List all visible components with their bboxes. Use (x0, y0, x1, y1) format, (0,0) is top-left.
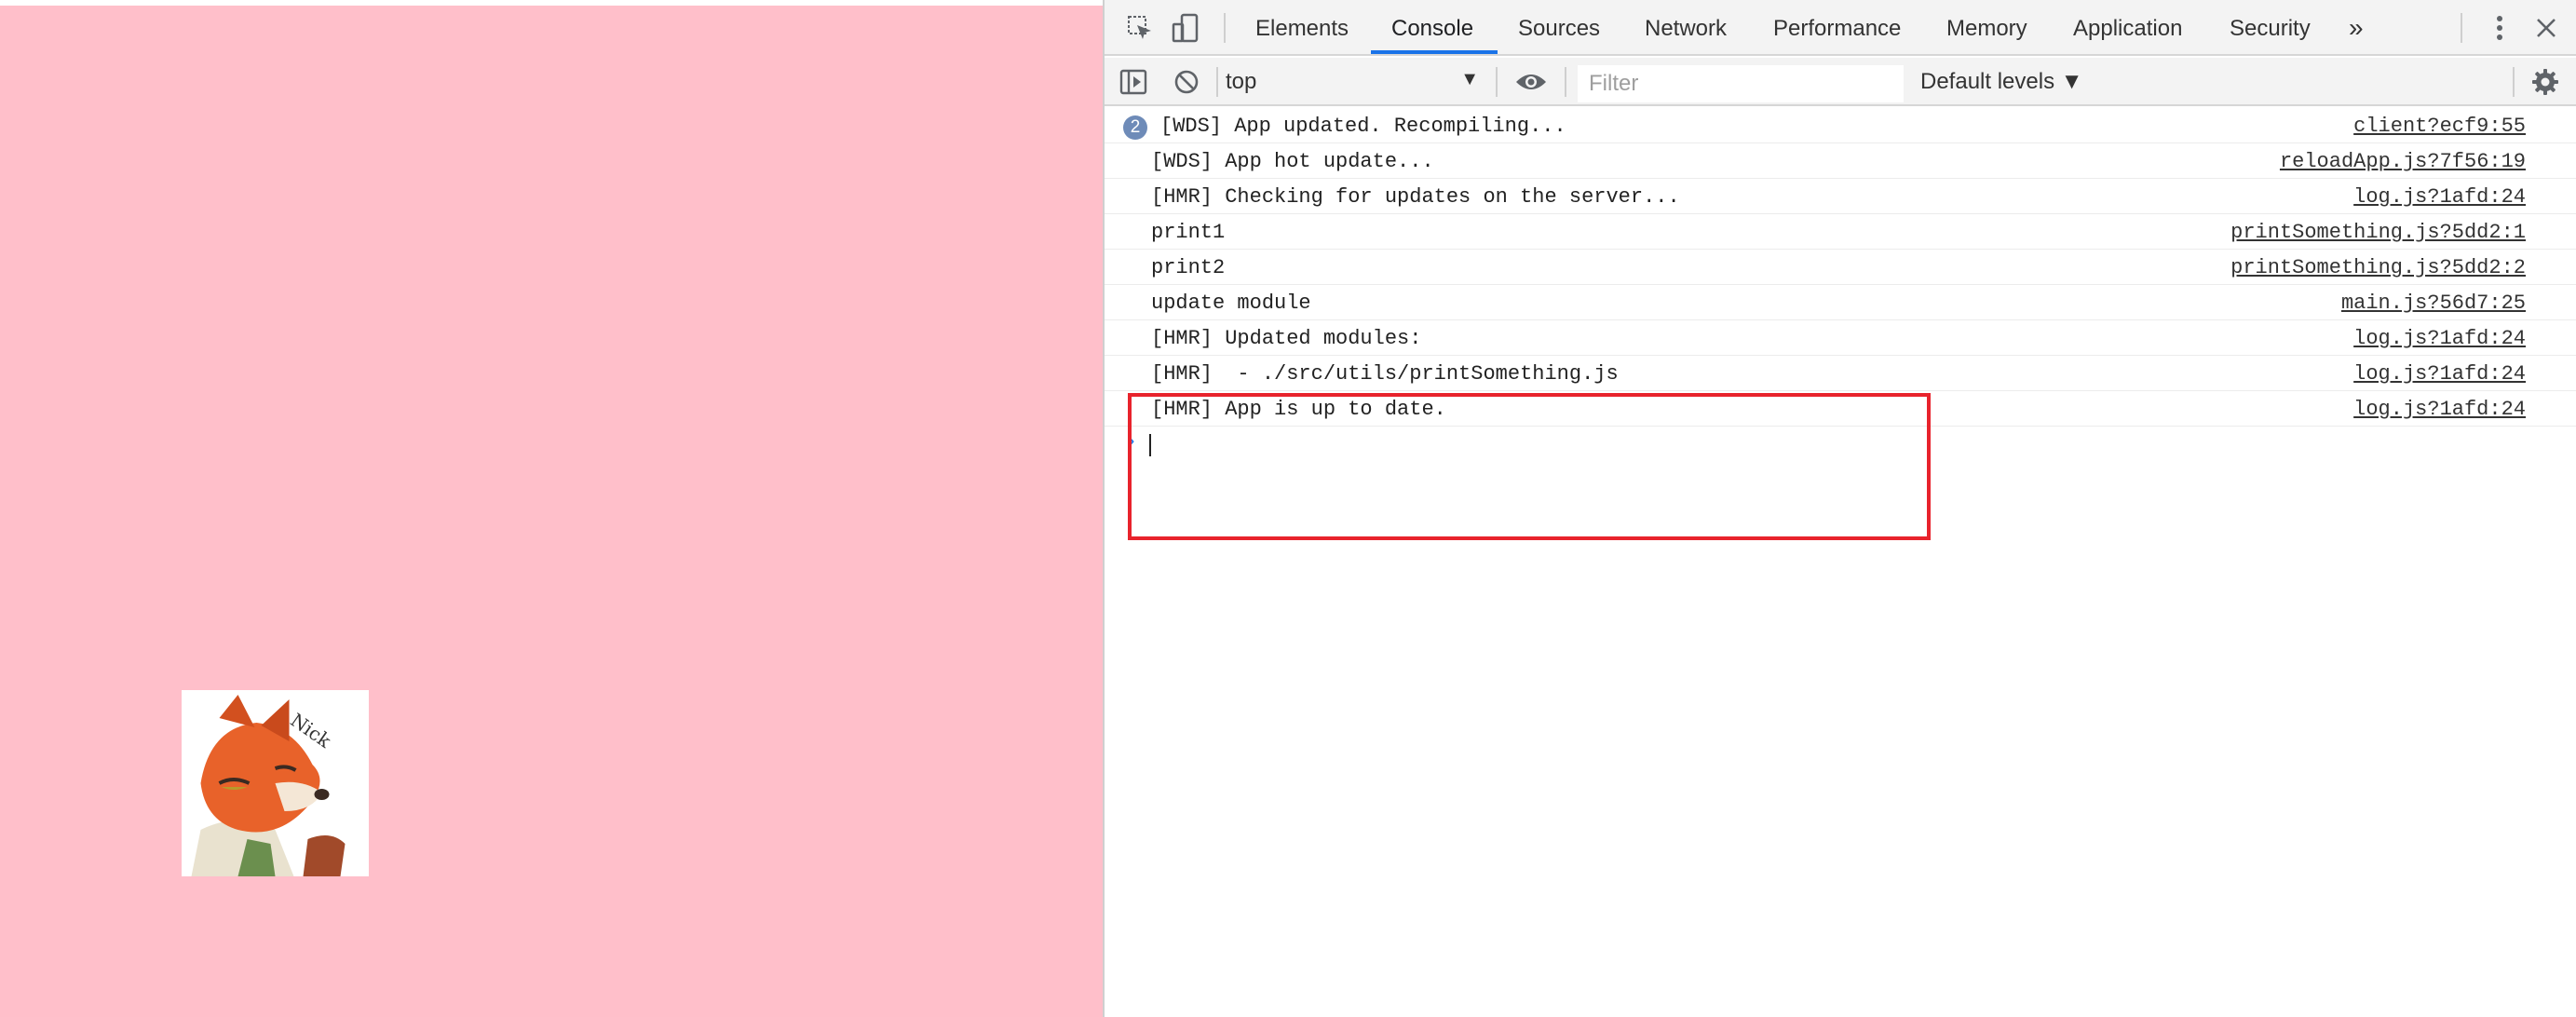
source-link[interactable]: log.js?1afd:24 (2353, 327, 2526, 350)
page-viewport: Nick (0, 6, 1103, 1017)
settings-gear-icon[interactable] (2529, 67, 2561, 97)
source-link[interactable]: log.js?1afd:24 (2353, 185, 2526, 209)
context-value: top (1226, 69, 1257, 94)
message-text: [WDS] App updated. Recompiling... (1160, 115, 1566, 138)
kebab-menu-icon[interactable] (2490, 13, 2509, 43)
devtools-panel: Elements Console Sources Network Perform… (1103, 0, 2576, 1017)
source-link[interactable]: log.js?1afd:24 (2353, 398, 2526, 421)
message-text: print1 (1151, 221, 1226, 244)
message-text: [HMR] App is up to date. (1151, 398, 1446, 421)
console-toolbar: top ▼ Default levels ▼ (1105, 58, 2576, 106)
source-link[interactable]: main.js?56d7:25 (2341, 292, 2526, 315)
console-message: update module main.js?56d7:25 (1105, 285, 2576, 320)
tab-memory[interactable]: Memory (1946, 0, 2027, 54)
message-text: [HMR] Updated modules: (1151, 327, 1422, 350)
devtools-tab-bar: Elements Console Sources Network Perform… (1105, 0, 2576, 56)
console-message: print1 printSomething.js?5dd2:1 (1105, 214, 2576, 250)
console-output: 2 [WDS] App updated. Recompiling... clie… (1105, 108, 2576, 540)
console-prompt[interactable]: › (1105, 427, 2576, 464)
filter-input[interactable] (1578, 65, 1904, 102)
tab-sources[interactable]: Sources (1518, 0, 1600, 54)
toolbar-divider (1224, 13, 1226, 43)
tab-console[interactable]: Console (1391, 0, 1473, 54)
clear-console-icon[interactable] (1172, 67, 1201, 97)
toolbar-divider (2461, 13, 2462, 43)
more-tabs-button[interactable]: » (2349, 0, 2364, 54)
tab-application[interactable]: Application (2073, 0, 2182, 54)
toolbar-divider (1216, 67, 1218, 97)
console-message: [HMR] Checking for updates on the server… (1105, 179, 2576, 214)
tab-elements[interactable]: Elements (1255, 0, 1349, 54)
toolbar-divider (1496, 67, 1498, 97)
console-message: 2 [WDS] App updated. Recompiling... clie… (1105, 108, 2576, 143)
console-message: [HMR] - ./src/utils/printSomething.js lo… (1105, 356, 2576, 391)
toolbar-divider (1565, 67, 1566, 97)
source-link[interactable]: reloadApp.js?7f56:19 (2280, 150, 2526, 173)
fox-illustration-image: Nick (182, 690, 369, 876)
message-text: [HMR] - ./src/utils/printSomething.js (1151, 362, 1619, 386)
message-text: [HMR] Checking for updates on the server… (1151, 185, 1680, 209)
prompt-chevron-icon: › (1125, 430, 1138, 454)
javascript-context-select[interactable]: top ▼ (1226, 63, 1479, 101)
dropdown-arrow-icon: ▼ (1460, 69, 1479, 89)
console-message: [WDS] App hot update... reloadApp.js?7f5… (1105, 143, 2576, 179)
message-text: print2 (1151, 256, 1226, 279)
source-link[interactable]: client?ecf9:55 (2353, 115, 2526, 138)
repeat-count-badge: 2 (1123, 115, 1147, 140)
tab-security[interactable]: Security (2230, 0, 2311, 54)
tab-performance[interactable]: Performance (1773, 0, 1901, 54)
inspect-element-icon[interactable] (1125, 13, 1155, 43)
eye-icon[interactable] (1512, 67, 1550, 97)
console-message: print2 printSomething.js?5dd2:2 (1105, 250, 2576, 285)
toolbar-divider (2513, 67, 2515, 97)
device-toolbar-icon[interactable] (1170, 13, 1201, 43)
console-message: [HMR] App is up to date. log.js?1afd:24 (1105, 391, 2576, 427)
active-tab-indicator (1371, 50, 1498, 54)
sidebar-toggle-icon[interactable] (1118, 67, 1149, 97)
text-cursor (1149, 434, 1151, 456)
default-levels-dropdown[interactable]: Default levels ▼ (1920, 69, 2083, 95)
console-message: [HMR] Updated modules: log.js?1afd:24 (1105, 320, 2576, 356)
source-link[interactable]: printSomething.js?5dd2:1 (2230, 221, 2526, 244)
message-text: update module (1151, 292, 1311, 315)
source-link[interactable]: log.js?1afd:24 (2353, 362, 2526, 386)
close-icon[interactable] (2531, 13, 2561, 43)
tab-network[interactable]: Network (1645, 0, 1727, 54)
message-text: [WDS] App hot update... (1151, 150, 1434, 173)
source-link[interactable]: printSomething.js?5dd2:2 (2230, 256, 2526, 279)
